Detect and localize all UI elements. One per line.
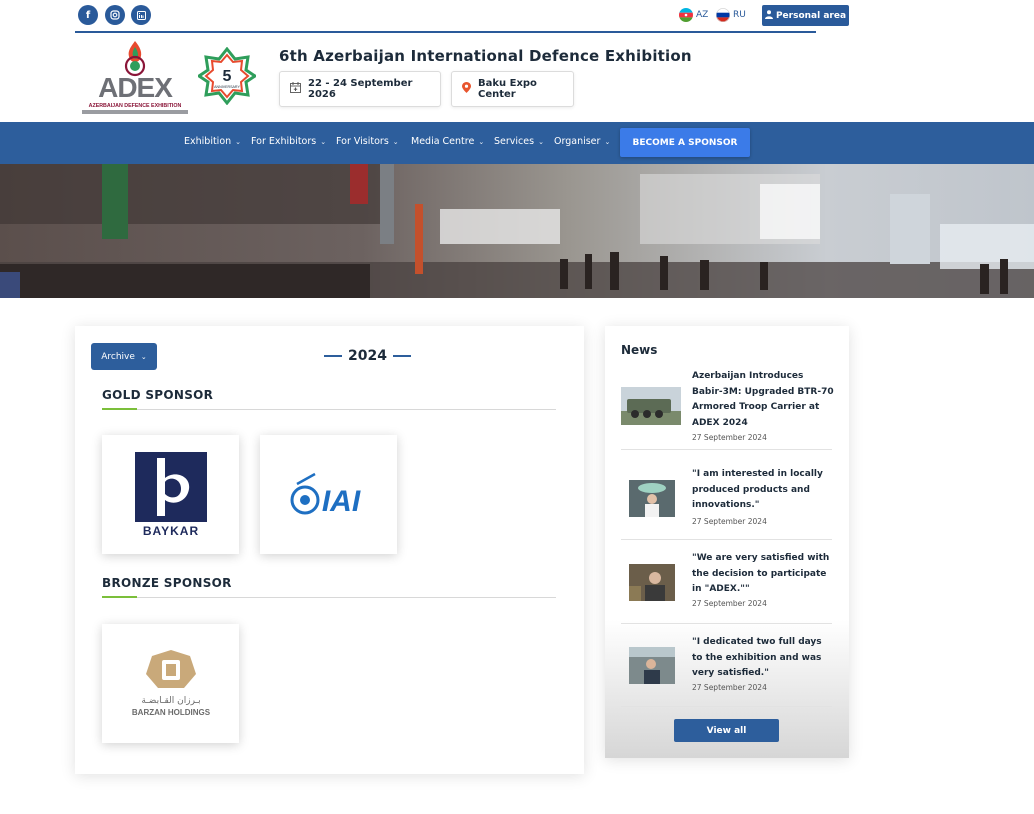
dates-text: 22 - 24 September 2026 <box>308 78 413 100</box>
lang-az[interactable]: AZ <box>679 8 708 22</box>
archive-dropdown[interactable]: Archive ⌄ <box>91 343 157 370</box>
venue-text: Baku Expo Center <box>478 78 537 100</box>
barzan-arabic-text: بـرزان القـابضـة <box>141 696 200 706</box>
bronze-sponsor-title: BRONZE SPONSOR <box>102 576 232 590</box>
svg-text:AZERBAIJAN DEFENCE EXHIBITION: AZERBAIJAN DEFENCE EXHIBITION <box>89 103 182 109</box>
news-title[interactable]: "I am interested in locally produced pro… <box>692 467 834 514</box>
gold-divider <box>102 408 556 410</box>
view-all-button[interactable]: View all <box>674 719 779 742</box>
year-dash <box>324 355 342 357</box>
site-header: ADEX AZERBAIJAN DEFENCE EXHIBITION 5 ANN… <box>0 33 1034 122</box>
chevron-down-icon: ⌄ <box>235 137 242 146</box>
year-text: 2024 <box>348 348 387 364</box>
archive-label: Archive <box>101 351 135 362</box>
news-title[interactable]: Azerbaijan Introduces Babir-3M: Upgraded… <box>692 369 834 431</box>
calendar-icon <box>290 82 301 96</box>
personal-area-label: Personal area <box>775 10 847 21</box>
sponsor-logo-iai[interactable]: IAI <box>260 435 397 554</box>
year-dash <box>392 355 411 357</box>
azerbaijan-flag-icon <box>679 8 693 22</box>
sponsor-logo-barzan[interactable]: بـرزان القـابضـة BARZAN HOLDINGS <box>102 624 239 743</box>
baykar-text: BAYKAR <box>142 524 198 538</box>
lang-ru-label: RU <box>733 10 746 20</box>
lang-az-label: AZ <box>696 10 709 20</box>
news-title[interactable]: "I dedicated two full days to the exhibi… <box>692 635 834 682</box>
personal-area-button[interactable]: Personal area <box>762 5 849 26</box>
nav-organiser[interactable]: Organiser ⌄ <box>554 136 610 147</box>
linkedin-icon[interactable] <box>131 5 151 25</box>
chevron-down-icon: ⌄ <box>604 137 611 146</box>
nav-for-visitors[interactable]: For Visitors ⌄ <box>336 136 399 147</box>
gold-sponsor-title: GOLD SPONSOR <box>102 388 214 402</box>
news-date: 27 September 2024 <box>692 517 767 526</box>
news-title[interactable]: "We are very satisfied with the decision… <box>692 551 834 598</box>
chevron-down-icon: ⌄ <box>538 137 544 146</box>
news-date: 27 September 2024 <box>692 433 767 442</box>
nav-label: Exhibition <box>184 136 232 147</box>
chevron-down-icon: ⌄ <box>392 137 399 146</box>
become-sponsor-button[interactable]: BECOME A SPONSOR <box>620 128 750 157</box>
venue-pill[interactable]: Baku Expo Center <box>451 71 574 107</box>
map-pin-icon <box>462 82 471 96</box>
lang-ru[interactable]: RU <box>716 8 746 22</box>
instagram-icon[interactable] <box>105 5 125 25</box>
russia-flag-icon <box>716 8 730 22</box>
nav-label: For Exhibitors <box>251 136 317 147</box>
svg-text:ANNIVERSARY: ANNIVERSARY <box>214 85 240 89</box>
chevron-down-icon: ⌄ <box>140 352 147 361</box>
top-bar: f AZ RU <box>75 0 850 32</box>
nav-label: Services <box>494 136 535 147</box>
barzan-text: BARZAN HOLDINGS <box>131 708 210 717</box>
news-date: 27 September 2024 <box>692 683 767 692</box>
sponsors-card: Archive ⌄ 2024 GOLD SPONSOR BAYKAR IAI B… <box>75 326 584 774</box>
page-title: 6th Azerbaijan International Defence Exh… <box>279 47 692 65</box>
news-panel: News Azerbaijan Introduces Babir-3M: Upg… <box>605 326 849 758</box>
iai-text: IAI <box>321 485 360 518</box>
adex-logo[interactable]: ADEX AZERBAIJAN DEFENCE EXHIBITION <box>80 39 190 117</box>
year-heading: 2024 <box>324 348 411 364</box>
news-thumbnail <box>629 647 675 684</box>
chevron-down-icon: ⌄ <box>478 137 485 146</box>
news-thumbnail <box>629 480 675 517</box>
dates-pill: 22 - 24 September 2026 <box>279 71 441 107</box>
nav-label: For Visitors <box>336 136 389 147</box>
news-item[interactable]: "I dedicated two full days to the exhibi… <box>621 624 832 707</box>
anniversary-badge: 5 ANNIVERSARY <box>196 46 258 106</box>
sponsor-logo-baykar[interactable]: BAYKAR <box>102 435 239 554</box>
facebook-icon[interactable]: f <box>78 5 98 25</box>
main-nav: Exhibition ⌄ For Exhibitors ⌄ For Visitors… <box>0 122 1034 164</box>
news-date: 27 September 2024 <box>692 599 767 608</box>
svg-text:ADEX: ADEX <box>98 72 173 103</box>
nav-services[interactable]: Services ⌄ <box>494 136 544 147</box>
news-thumbnail <box>629 564 675 601</box>
nav-media-centre[interactable]: Media Centre ⌄ <box>411 136 484 147</box>
bronze-divider <box>102 596 556 598</box>
nav-label: Media Centre <box>411 136 475 147</box>
news-heading: News <box>621 343 658 357</box>
news-item[interactable]: "We are very satisfied with the decision… <box>621 540 832 624</box>
svg-text:5: 5 <box>223 68 232 85</box>
nav-exhibition[interactable]: Exhibition ⌄ <box>184 136 241 147</box>
user-icon <box>764 9 773 22</box>
news-item[interactable]: "I am interested in locally produced pro… <box>621 450 832 540</box>
news-thumbnail <box>621 387 681 425</box>
nav-label: Organiser <box>554 136 601 147</box>
chevron-down-icon: ⌄ <box>320 137 327 146</box>
news-item[interactable]: Azerbaijan Introduces Babir-3M: Upgraded… <box>621 366 834 450</box>
hero-banner <box>0 164 1034 298</box>
nav-for-exhibitors[interactable]: For Exhibitors ⌄ <box>251 136 326 147</box>
